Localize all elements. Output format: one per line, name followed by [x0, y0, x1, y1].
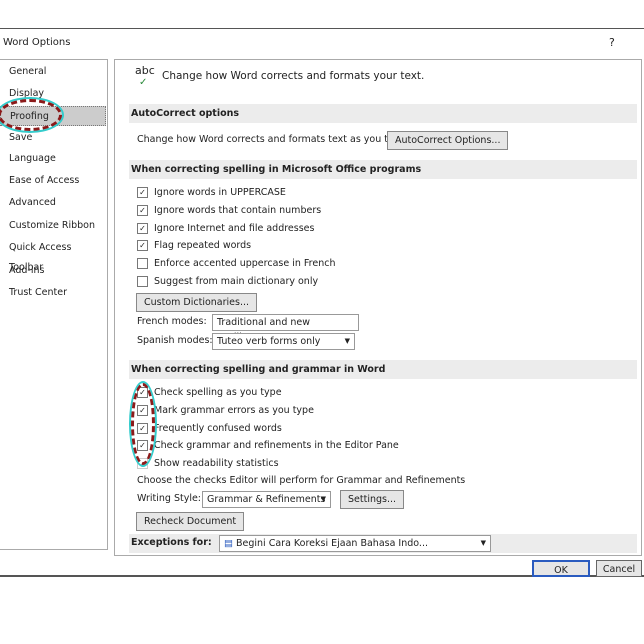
option-ignore-uppercase[interactable]: ✓ Ignore words in UPPERCASE [137, 185, 286, 201]
sidebar-item-add-ins[interactable]: Add-ins [0, 261, 106, 281]
sidebar-nav: General Display Proofing Save Language E… [0, 59, 108, 550]
chevron-down-icon: ▼ [344, 337, 350, 345]
option-label: Frequently confused words [154, 423, 282, 434]
cancel-button[interactable]: Cancel [596, 560, 642, 577]
french-modes-select[interactable]: Traditional and new spellings▼ [212, 314, 359, 343]
exceptions-select[interactable]: ▤ Begini Cara Koreksi Ejaan Bahasa Indo.… [219, 535, 491, 552]
option-main-dictionary[interactable]: Suggest from main dictionary only [137, 274, 318, 290]
checkbox-checked[interactable]: ✓ [137, 240, 148, 251]
option-ignore-internet[interactable]: ✓ Ignore Internet and file addresses [137, 221, 314, 237]
option-label: Show readability statistics [154, 458, 279, 469]
office-section-header: When correcting spelling in Microsoft Of… [129, 160, 637, 179]
word-options-dialog: Word Options ? General Display Proofing … [0, 28, 644, 577]
option-readability[interactable]: Show readability statistics [137, 456, 279, 472]
option-flag-repeated[interactable]: ✓ Flag repeated words [137, 238, 251, 254]
autocorrect-label: Change how Word corrects and formats tex… [137, 134, 409, 145]
option-editor-pane[interactable]: ✓ Check grammar and refinements in the Ed… [137, 438, 399, 454]
sidebar-item-save[interactable]: Save [0, 128, 106, 148]
option-label: Flag repeated words [154, 240, 252, 251]
option-label: Suggest from main dictionary only [154, 276, 319, 287]
sidebar-item-ease-of-access[interactable]: Ease of Access [0, 171, 106, 191]
help-button[interactable]: ? [609, 36, 615, 49]
settings-button[interactable]: Settings... [340, 490, 405, 509]
pane-heading: Change how Word corrects and formats you… [162, 70, 425, 82]
checkbox-checked[interactable]: ✓ [137, 187, 148, 198]
spanish-modes-label: Spanish modes: [137, 335, 213, 346]
option-label: Mark grammar errors as you type [154, 405, 314, 416]
sidebar-item-customize-ribbon[interactable]: Customize Ribbon [0, 216, 106, 236]
checkboxes-annotation-oval [131, 383, 155, 465]
proofing-annotation-circle [0, 99, 62, 131]
sidebar-item-language[interactable]: Language [0, 149, 106, 169]
abc-check-icon: abc [135, 64, 155, 77]
document-icon: ▤ [224, 538, 236, 549]
option-label: Check grammar and refinements in the Edi… [154, 440, 399, 451]
option-label: Enforce accented uppercase in French [154, 258, 336, 269]
checkbox-unchecked[interactable] [137, 276, 148, 287]
select-value: Tuteo verb forms only [217, 336, 321, 347]
option-confused-words[interactable]: ✓ Frequently confused words [137, 421, 282, 437]
option-label: Ignore words in UPPERCASE [154, 187, 286, 198]
choose-checks-text: Choose the checks Editor will perform fo… [137, 475, 466, 486]
option-label: Check spelling as you type [154, 387, 282, 398]
sidebar-item-trust-center[interactable]: Trust Center [0, 283, 106, 303]
autocorrect-options-button[interactable]: AutoCorrect Options... [387, 131, 509, 150]
dialog-title: Word Options [3, 37, 71, 48]
writing-style-select[interactable]: Grammar & Refinements ▼ [202, 491, 331, 508]
checkbox-unchecked[interactable] [137, 258, 148, 269]
option-label: Ignore Internet and file addresses [154, 223, 315, 234]
checkbox-checked[interactable]: ✓ [137, 223, 148, 234]
option-ignore-numbers[interactable]: ✓ Ignore words that contain numbers [137, 203, 321, 219]
chevron-down-icon: ▼ [320, 495, 326, 503]
checkbox-checked[interactable]: ✓ [137, 205, 148, 216]
proofing-pane: abc ✓ Change how Word corrects and forma… [114, 59, 642, 556]
select-value: Grammar & Refinements [207, 494, 326, 505]
sidebar-item-advanced[interactable]: Advanced [0, 193, 106, 213]
exceptions-label: Exceptions for: [131, 537, 212, 548]
sidebar-item-general[interactable]: General [0, 62, 106, 82]
chevron-down-icon: ▼ [480, 539, 486, 547]
custom-dictionaries-button[interactable]: Custom Dictionaries... [136, 293, 258, 312]
writing-style-label: Writing Style: [137, 493, 202, 504]
autocorrect-section-header: AutoCorrect options [129, 104, 637, 123]
option-enforce-accented[interactable]: Enforce accented uppercase in French [137, 256, 335, 272]
exceptions-row: Exceptions for: ▤ Begini Cara Koreksi Ej… [129, 534, 637, 553]
sidebar-item-quick-access-toolbar[interactable]: Quick Access Toolbar [0, 238, 106, 273]
option-label: Ignore words that contain numbers [154, 205, 322, 216]
option-check-spelling[interactable]: ✓ Check spelling as you type [137, 385, 282, 401]
word-section-header: When correcting spelling and grammar in … [129, 360, 637, 379]
recheck-document-button[interactable]: Recheck Document [136, 512, 245, 531]
select-value: Begini Cara Koreksi Ejaan Bahasa Indo... [236, 538, 428, 549]
checkmark-icon: ✓ [139, 77, 148, 88]
spanish-modes-select[interactable]: Tuteo verb forms only ▼ [212, 333, 355, 350]
french-modes-label: French modes: [137, 316, 207, 327]
ok-button[interactable]: OK [532, 560, 590, 577]
option-mark-grammar[interactable]: ✓ Mark grammar errors as you type [137, 403, 314, 419]
